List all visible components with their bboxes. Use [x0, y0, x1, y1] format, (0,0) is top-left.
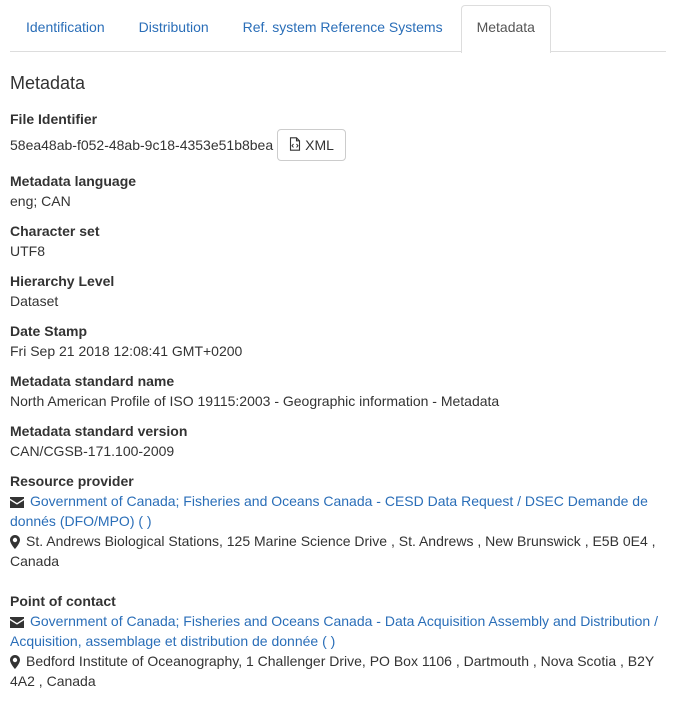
- point-of-contact-address: Bedford Institute of Oceanography, 1 Cha…: [10, 653, 655, 689]
- field-standard-version: Metadata standard version CAN/CGSB-171.1…: [10, 421, 666, 461]
- field-standard-name: Metadata standard name North American Pr…: [10, 371, 666, 411]
- field-file-identifier: File Identifier 58ea48ab-f052-48ab-9c18-…: [10, 109, 666, 161]
- file-identifier-row: 58ea48ab-f052-48ab-9c18-4353e51b8bea XML: [10, 129, 666, 161]
- field-label: Point of contact: [10, 593, 116, 609]
- field-label: Resource provider: [10, 473, 134, 489]
- map-marker-icon: [10, 655, 20, 670]
- point-of-contact-org-line: Government of Canada; Fisheries and Ocea…: [10, 611, 666, 651]
- field-label: Character set: [10, 223, 100, 239]
- field-resource-provider: Resource provider Government of Canada; …: [10, 471, 666, 571]
- point-of-contact-link[interactable]: Government of Canada; Fisheries and Ocea…: [10, 613, 658, 649]
- resource-provider-link[interactable]: Government of Canada; Fisheries and Ocea…: [10, 493, 648, 529]
- resource-provider-address: St. Andrews Biological Stations, 125 Mar…: [10, 533, 656, 569]
- field-label: Metadata standard version: [10, 423, 188, 439]
- field-label: Date Stamp: [10, 323, 88, 339]
- field-label: Hierarchy Level: [10, 273, 115, 289]
- field-date-stamp: Date Stamp Fri Sep 21 2018 12:08:41 GMT+…: [10, 321, 666, 361]
- file-identifier-value: 58ea48ab-f052-48ab-9c18-4353e51b8bea: [10, 137, 274, 153]
- field-metadata-language: Metadata language eng; CAN: [10, 171, 666, 211]
- field-label: Metadata language: [10, 173, 137, 189]
- resource-provider-details: Government of Canada; Fisheries and Ocea…: [10, 491, 666, 571]
- xml-button[interactable]: XML: [277, 129, 346, 161]
- point-of-contact-address-line: Bedford Institute of Oceanography, 1 Cha…: [10, 651, 666, 691]
- tab-bar: Identification Distribution Ref. system …: [10, 5, 666, 53]
- field-value: Fri Sep 21 2018 12:08:41 GMT+0200: [10, 343, 243, 359]
- page: Identification Distribution Ref. system …: [0, 5, 676, 691]
- envelope-icon: [10, 616, 24, 628]
- field-label: File Identifier: [10, 111, 98, 127]
- map-marker-icon: [10, 535, 20, 550]
- file-code-icon: [289, 136, 301, 154]
- xml-button-label: XML: [305, 137, 334, 153]
- resource-provider-address-line: St. Andrews Biological Stations, 125 Mar…: [10, 531, 666, 571]
- field-value: UTF8: [10, 243, 45, 259]
- field-hierarchy-level: Hierarchy Level Dataset: [10, 271, 666, 311]
- tab-reference-systems[interactable]: Ref. system Reference Systems: [227, 5, 459, 52]
- field-value: North American Profile of ISO 19115:2003…: [10, 393, 500, 409]
- envelope-icon: [10, 496, 24, 508]
- tab-identification[interactable]: Identification: [10, 5, 121, 52]
- field-value: eng; CAN: [10, 193, 71, 209]
- field-label: Metadata standard name: [10, 373, 175, 389]
- point-of-contact-details: Government of Canada; Fisheries and Ocea…: [10, 611, 666, 691]
- tab-distribution[interactable]: Distribution: [123, 5, 225, 52]
- tab-metadata[interactable]: Metadata: [460, 5, 551, 53]
- field-point-of-contact: Point of contact Government of Canada; F…: [10, 591, 666, 691]
- field-value: CAN/CGSB-171.100-2009: [10, 443, 175, 459]
- field-character-set: Character set UTF8: [10, 221, 666, 261]
- section-title: Metadata: [10, 73, 86, 93]
- metadata-list: File Identifier 58ea48ab-f052-48ab-9c18-…: [10, 109, 666, 691]
- field-value: Dataset: [10, 293, 59, 309]
- resource-provider-org-line: Government of Canada; Fisheries and Ocea…: [10, 491, 666, 531]
